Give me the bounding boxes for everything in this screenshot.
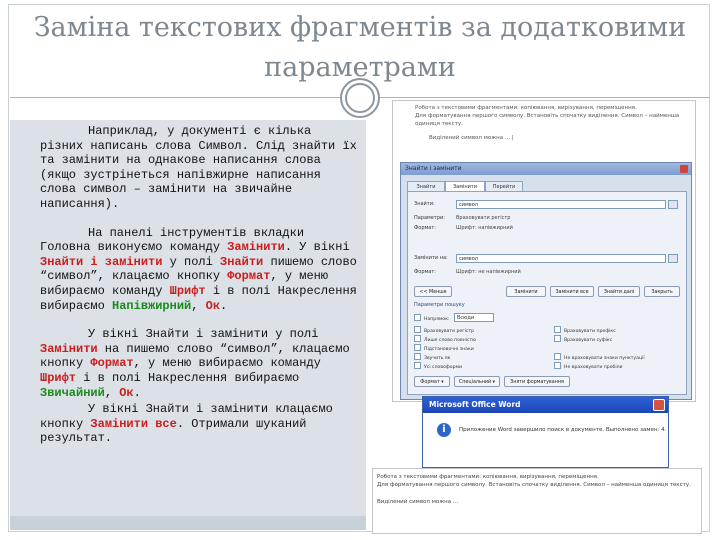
dialog-action-buttons: << Менше Замінити Замінити все Знайти да…: [414, 286, 682, 298]
info-icon: i: [437, 423, 451, 437]
special-button[interactable]: Спеціальний ▾: [454, 376, 500, 387]
term-bold: Напівжирний: [112, 298, 192, 313]
term-zaminyty: Замінити: [227, 240, 285, 255]
checkbox-prefix[interactable]: Враховувати префікс: [554, 326, 616, 335]
term-font: Шрифт: [40, 370, 77, 385]
term-ok: Ок: [205, 298, 221, 313]
find-input[interactable]: символ: [456, 200, 666, 209]
paragraph-example: Наприклад, у документі є кілька різних н…: [40, 124, 357, 211]
paragraph-find-steps: На панелі інструментів вкладки Головна в…: [40, 225, 357, 313]
search-options: Параметри пошуку Напрямок: Всюди Врахову…: [414, 302, 682, 390]
term-regular: Звичайний: [40, 385, 105, 400]
replace-format-row: Формат: Шрифт: не напівжирний: [414, 269, 521, 275]
less-button[interactable]: << Менше: [414, 286, 452, 297]
checkbox-ignore-spaces[interactable]: Не враховувати пробіли: [554, 362, 623, 371]
find-next-button[interactable]: Знайти далі: [598, 286, 640, 297]
chevron-down-icon[interactable]: [668, 200, 678, 209]
checkbox-suffix[interactable]: Враховувати суфікс: [554, 335, 612, 344]
paragraph-replace-steps: У вікні Знайти і замінити у полі Замінит…: [40, 327, 350, 400]
result-document-text: Робота з текстовими фрагментами: копіюва…: [377, 474, 691, 505]
close-button[interactable]: Закрыть: [644, 286, 680, 297]
checkbox-match-case[interactable]: Враховувати регістр: [414, 326, 474, 335]
result-document-screenshot: Робота з текстовими фрагментами: копіюва…: [372, 468, 702, 534]
checkbox-word-forms[interactable]: Усі словоформи: [414, 362, 462, 371]
slide-title: Заміна текстових фрагментів за додаткови…: [33, 12, 687, 83]
term-format: Формат: [227, 269, 271, 284]
document-text: Робота з текстовими фрагментами: копіюва…: [415, 105, 680, 141]
chevron-down-icon[interactable]: [668, 254, 678, 263]
find-row: Знайти: символ: [414, 200, 682, 210]
replace-row: Замінити на: символ: [414, 254, 682, 264]
dialog-body: Знайти: символ Параметри: Враховувати ре…: [407, 191, 687, 395]
checkbox-sounds-like[interactable]: Звучить як: [414, 353, 450, 362]
dialog-title: Знайти і замінити: [405, 165, 462, 172]
checkbox-whole-word[interactable]: Лише слово повністю: [414, 335, 476, 344]
divider-ornament: [340, 78, 380, 118]
checkbox-ignore-punctuation[interactable]: Не враховувати знаки пунктуації: [554, 353, 645, 362]
text-panel-footer: [10, 516, 366, 530]
dialog-tabs: Знайти Замінити Перейти: [407, 181, 687, 192]
word-message-box: Microsoft Office Word i Приложение Word …: [422, 396, 669, 468]
message-title: Microsoft Office Word: [429, 400, 521, 409]
term-format: Формат: [90, 356, 134, 371]
term-replace-all: Замінити все: [90, 416, 177, 431]
close-icon[interactable]: [653, 399, 665, 411]
message-text: Приложение Word завершило поиск в докуме…: [459, 427, 667, 433]
replace-input[interactable]: символ: [456, 254, 666, 263]
direction-label: Напрямок:: [414, 314, 450, 323]
dialog-titlebar: Знайти і замінити: [401, 163, 691, 175]
close-icon[interactable]: [680, 165, 688, 173]
direction-select[interactable]: Всюди: [454, 313, 494, 322]
slide-body: Наприклад, у документі є кілька різних н…: [40, 124, 358, 460]
term-find-replace: Знайти і замінити: [40, 254, 163, 269]
find-format-row: Формат: Шрифт: напівжирний: [414, 225, 513, 231]
replace-all-button[interactable]: Замінити все: [550, 286, 594, 297]
term-font: Шрифт: [169, 283, 206, 298]
paragraph-replace-all: У вікні Знайти і замінити клацаємо кнопк…: [40, 402, 333, 446]
term-find: Знайти: [220, 254, 264, 269]
term-ok: Ок: [119, 385, 134, 400]
options-header: Параметри пошуку: [414, 302, 465, 308]
message-titlebar: Microsoft Office Word: [423, 397, 668, 413]
no-formatting-button[interactable]: Зняти форматування: [504, 376, 570, 387]
term-replace: Замінити: [40, 341, 98, 356]
find-params-row: Параметри: Враховувати регістр: [414, 215, 511, 221]
replace-button[interactable]: Замінити: [506, 286, 546, 297]
format-button[interactable]: Формат ▾: [414, 376, 450, 387]
find-replace-dialog: Знайти і замінити Знайти Замінити Перейт…: [400, 162, 692, 400]
checkbox-wildcards[interactable]: Підстановочні знаки: [414, 344, 474, 353]
